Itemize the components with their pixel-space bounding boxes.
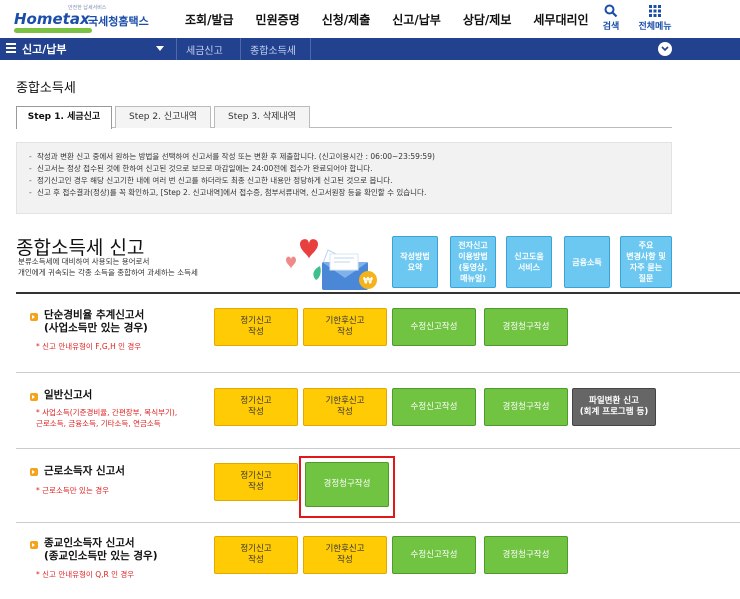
amended-filing-button[interactable]: 수정신고작성	[392, 536, 476, 574]
row-note-text: 신고 안내유형이 Q,R 인 경우	[42, 570, 135, 579]
quick-faq-button[interactable]: 주요 변경사항 및 자주 묻는 질문	[620, 236, 672, 288]
gnb-item-certificate[interactable]: 민원증명	[256, 11, 300, 28]
amended-filing-button[interactable]: 수정신고작성	[392, 308, 476, 346]
step-tabs: Step 1. 세금신고 Step 2. 신고내역 Step 3. 삭제내역	[16, 106, 672, 129]
gnb-item-application[interactable]: 신청/제출	[322, 11, 371, 28]
row-bullet-icon	[30, 468, 38, 476]
all-menu-button[interactable]: 전체메뉴	[632, 3, 678, 37]
breadcrumb-income-tax[interactable]: 종합소득세	[250, 42, 296, 57]
tab-step3-deleted[interactable]: Step 3. 삭제내역	[214, 106, 310, 128]
late-filing-button[interactable]: 기한후신고 작성	[303, 388, 387, 426]
row-divider	[16, 522, 740, 523]
row-title-earned-income: 근로소득자 신고서	[44, 465, 125, 477]
row-note-text: 근로소득만 있는 경우	[42, 486, 110, 495]
row-bullet-icon	[30, 313, 38, 321]
gnb-item-inquiry[interactable]: 조회/발급	[185, 11, 234, 28]
envelope-illustration: ₩	[286, 239, 377, 290]
gnb-item-agent[interactable]: 세무대리인	[533, 11, 588, 28]
row-divider	[16, 372, 740, 373]
row-note: * 사업소득(기준경비율, 간편장부, 복식부기), 근로소득, 금융소득, 기…	[36, 408, 178, 428]
row-bullet-icon	[30, 393, 38, 401]
row-note-text: 신고 안내유형이 F,G,H 인 경우	[42, 342, 142, 351]
quick-filing-help-button[interactable]: 신고도움 서비스	[506, 236, 552, 288]
logo-swoosh	[14, 28, 92, 33]
nav-separator	[240, 38, 241, 60]
nav-current-menu[interactable]: 신고/납부	[22, 41, 67, 57]
refund-claim-button[interactable]: 경정청구작성	[484, 308, 568, 346]
tab-step1-filing[interactable]: Step 1. 세금신고	[16, 106, 112, 129]
row-note: * 근로소득만 있는 경우	[36, 486, 110, 495]
row-bullet-icon	[30, 541, 38, 549]
late-filing-button[interactable]: 기한후신고 작성	[303, 536, 387, 574]
quick-button-label: 작성방법 요약	[400, 252, 430, 272]
refund-claim-button[interactable]: 경정청구작성	[484, 388, 568, 426]
quick-guide-summary-button[interactable]: 작성방법 요약	[392, 236, 438, 288]
grid-menu-icon	[632, 3, 678, 19]
chevron-down-icon[interactable]	[156, 46, 164, 51]
breadcrumb-tax-filing[interactable]: 세금신고	[186, 42, 223, 57]
row-title-simple-expense: 단순경비율 추계신고서 (사업소득만 있는 경우)	[44, 309, 148, 334]
search-button[interactable]: 검색	[588, 3, 634, 37]
global-nav: 조회/발급 민원증명 신청/제출 신고/납부 상담/제보 세무대리인	[185, 11, 611, 28]
notice-item: 작성과 변환 신고 중에서 원하는 방법을 선택하여 신고서를 작성 또는 변환…	[29, 151, 659, 163]
search-icon	[588, 3, 634, 19]
page-title: 종합소득세	[16, 81, 76, 96]
file-conversion-filing-button[interactable]: 파일변환 신고 (회계 프로그램 등)	[572, 388, 656, 426]
row-divider	[16, 448, 740, 449]
late-filing-button[interactable]: 기한후신고 작성	[303, 308, 387, 346]
regular-filing-button[interactable]: 정기신고 작성	[214, 463, 298, 501]
notice-item: 신고 후 접수결과(정상)를 꼭 확인하고, [Step 2. 신고내역]에서 …	[29, 187, 659, 199]
section-description: 개인에게 귀속되는 각종 소득을 종합하여 과세하는 소득세	[18, 268, 198, 277]
expand-circle-icon[interactable]	[658, 42, 672, 56]
highlight-box	[299, 456, 395, 518]
section-divider	[16, 292, 740, 294]
quick-e-filing-manual-button[interactable]: 전자신고 이용방법 (동영상, 매뉴얼)	[450, 236, 496, 288]
logo-subtitle: 국세청홈택스	[88, 15, 149, 28]
regular-filing-button[interactable]: 정기신고 작성	[214, 308, 298, 346]
amended-filing-button[interactable]: 수정신고작성	[392, 388, 476, 426]
section-description: 분류소득세에 대비하여 사용되는 용어로서	[18, 257, 150, 266]
quick-financial-income-button[interactable]: 금융소득	[564, 236, 610, 288]
regular-filing-button[interactable]: 정기신고 작성	[214, 388, 298, 426]
notice-item: 정기신고인 경우 해당 신고기한 내에 여러 번 신고를 하더라도 최종 신고한…	[29, 175, 659, 187]
notice-box: 작성과 변환 신고 중에서 원하는 방법을 선택하여 신고서를 작성 또는 변환…	[16, 142, 672, 214]
nav-separator	[176, 38, 177, 60]
quick-button-label: 전자신고 이용방법 (동영상, 매뉴얼)	[458, 241, 488, 283]
regular-filing-button[interactable]: 정기신고 작성	[214, 536, 298, 574]
page-root: 안전한 납세서비스 Hometax 국세청홈택스 조회/발급 민원증명 신청/제…	[0, 0, 740, 599]
row-title-religious-income: 종교인소득자 신고서 (종교인소득만 있는 경우)	[44, 537, 158, 562]
nav-separator	[310, 38, 311, 60]
all-menu-label: 전체메뉴	[638, 22, 672, 32]
hamburger-icon[interactable]	[6, 43, 16, 55]
hometax-logo[interactable]: 안전한 납세서비스 Hometax 국세청홈택스	[14, 4, 154, 36]
quick-button-label: 금융소득	[572, 257, 602, 267]
quick-button-label: 신고도움 서비스	[514, 252, 544, 272]
row-note: * 신고 안내유형이 F,G,H 인 경우	[36, 342, 142, 351]
search-label: 검색	[602, 22, 620, 32]
gnb-item-filing[interactable]: 신고/납부	[392, 11, 441, 28]
location-bar: 신고/납부 세금신고 종합소득세	[0, 38, 740, 60]
row-note: * 신고 안내유형이 Q,R 인 경우	[36, 570, 135, 579]
row-note-text: 사업소득(기준경비율, 간편장부, 복식부기), 근로소득, 금융소득, 기타소…	[36, 408, 178, 428]
row-title-general: 일반신고서	[44, 389, 93, 401]
svg-text:₩: ₩	[363, 277, 373, 287]
quick-button-label: 주요 변경사항 및 자주 묻는 질문	[626, 241, 666, 283]
logo-brand: Hometax	[14, 10, 90, 28]
tab-step2-history[interactable]: Step 2. 신고내역	[115, 106, 211, 128]
gnb-item-consult[interactable]: 상담/제보	[463, 11, 512, 28]
refund-claim-button[interactable]: 경정청구작성	[484, 536, 568, 574]
site-header: 안전한 납세서비스 Hometax 국세청홈택스 조회/발급 민원증명 신청/제…	[0, 0, 740, 40]
notice-item: 신고서는 정상 접수된 것에 한하여 신고된 것으로 보므로 마감일에는 24:…	[29, 163, 659, 175]
